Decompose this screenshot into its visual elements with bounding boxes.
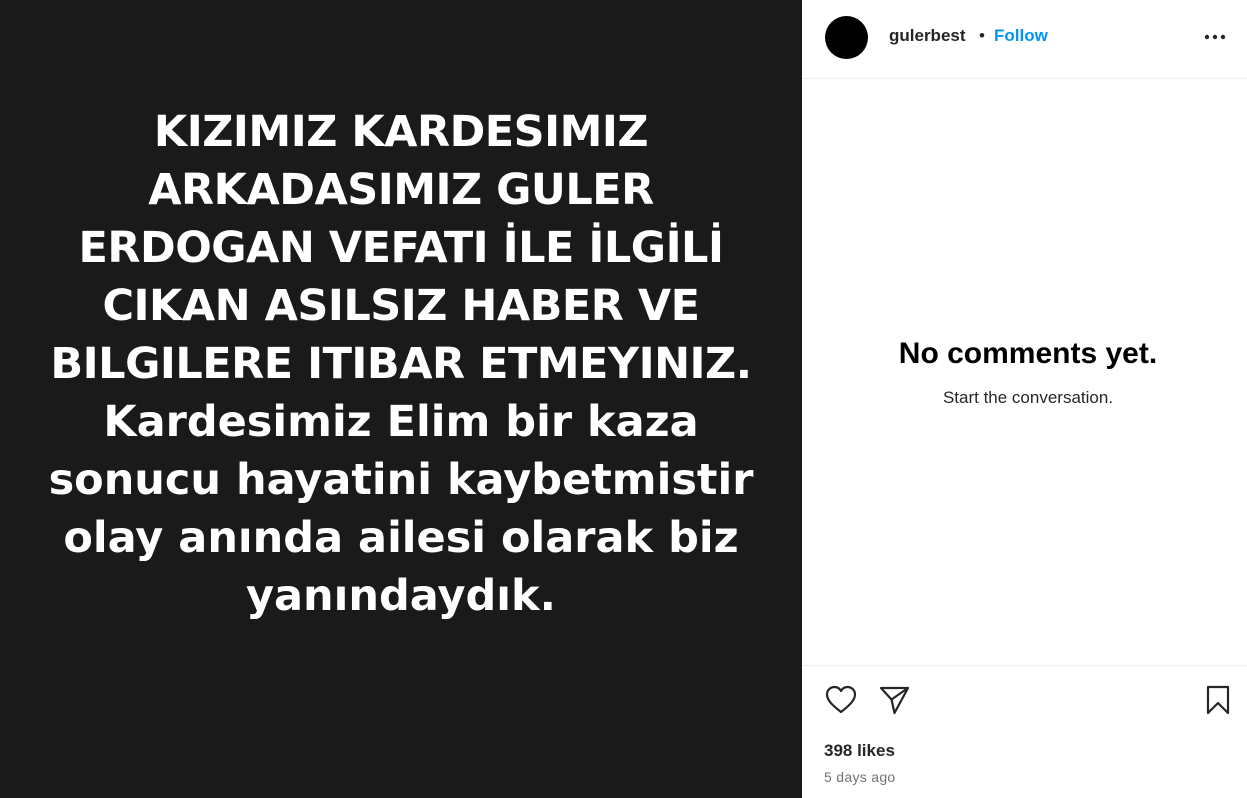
post-image-text: KIZIMIZ KARDESIMIZ ARKADASIMIZ GULER ERD… xyxy=(0,103,802,625)
no-comments-title: No comments yet. xyxy=(898,337,1158,370)
post-modal: KIZIMIZ KARDESIMIZ ARKADASIMIZ GULER ERD… xyxy=(0,0,1247,798)
image-text-line: yanındaydık. xyxy=(246,571,556,621)
post-sidebar: gulerbest • Follow No comments yet. Star… xyxy=(802,0,1247,798)
username-link[interactable]: gulerbest xyxy=(889,26,966,46)
bookmark-icon[interactable] xyxy=(1201,683,1235,717)
avatar[interactable] xyxy=(825,16,868,59)
likes-count[interactable]: 398 likes xyxy=(824,741,895,761)
image-text-line: ARKADASIMIZ GULER xyxy=(148,165,654,215)
post-header: gulerbest • Follow xyxy=(802,0,1247,79)
image-text-line: Kardesimiz Elim bir kaza xyxy=(103,397,699,447)
image-text-line: BILGILERE ITIBAR ETMEYINIZ. xyxy=(50,339,752,389)
image-text-line: KIZIMIZ KARDESIMIZ xyxy=(153,107,649,157)
no-comments-subtitle: Start the conversation. xyxy=(942,388,1114,407)
image-text-line: olay anında ailesi olarak biz xyxy=(63,513,739,563)
image-text-line: ERDOGAN VEFATI İLE İLGİLİ xyxy=(78,223,724,273)
follow-button[interactable]: Follow xyxy=(994,26,1048,46)
separator-dot: • xyxy=(979,26,985,45)
post-timestamp[interactable]: 5 days ago xyxy=(824,769,896,785)
paper-plane-icon[interactable] xyxy=(877,683,911,717)
post-media: KIZIMIZ KARDESIMIZ ARKADASIMIZ GULER ERD… xyxy=(0,0,802,798)
divider xyxy=(802,665,1247,666)
image-text-line: sonucu hayatini kaybetmistir xyxy=(48,455,754,505)
image-text-line: CIKAN ASILSIZ HABER VE xyxy=(102,281,700,331)
more-options-icon[interactable] xyxy=(1203,26,1227,46)
heart-icon[interactable] xyxy=(824,683,858,717)
